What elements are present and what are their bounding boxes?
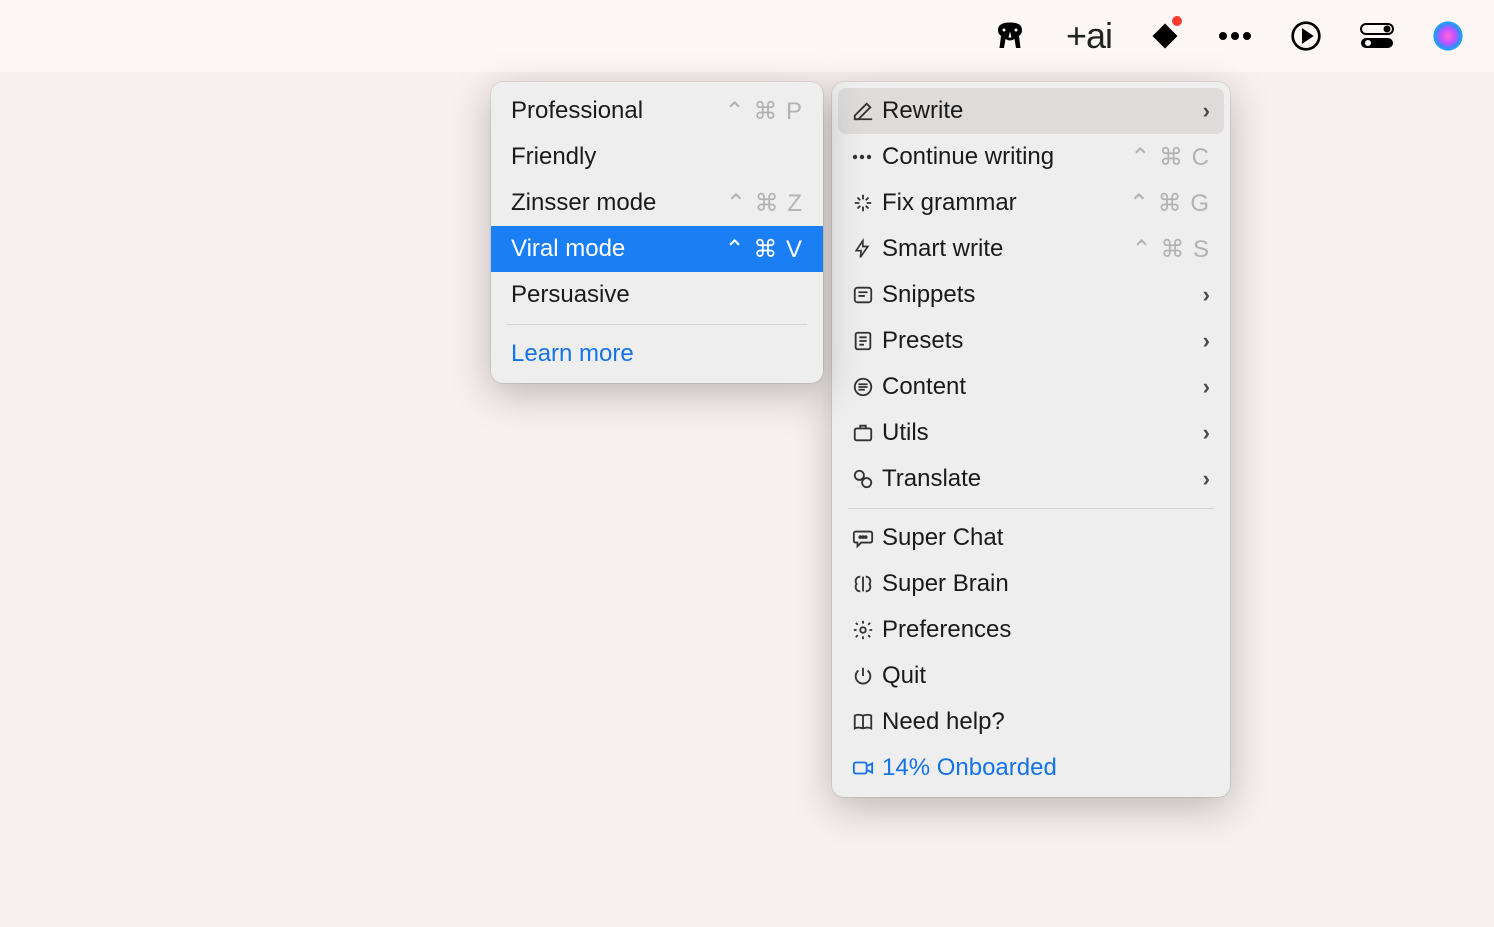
- chevron-right-icon: ›: [1184, 328, 1210, 354]
- submenu-item-viral[interactable]: Viral mode ⌃ ⌘ V: [491, 226, 823, 272]
- menu-item-quit[interactable]: Quit: [838, 653, 1224, 699]
- menu-label: 14% Onboarded: [882, 754, 1210, 782]
- chevron-right-icon: ›: [1184, 420, 1210, 446]
- power-icon: [852, 665, 882, 687]
- menu-item-super-chat[interactable]: Super Chat: [838, 515, 1224, 561]
- control-center-icon[interactable]: [1360, 16, 1394, 56]
- notification-dot-icon: [1172, 16, 1182, 26]
- siri-icon[interactable]: [1432, 16, 1464, 56]
- menu-label: Fix grammar: [882, 189, 1129, 217]
- shortcut: ⌃ ⌘ S: [1132, 235, 1210, 264]
- chevron-right-icon: ›: [1184, 282, 1210, 308]
- ai-menu-icon[interactable]: +ai: [1066, 16, 1112, 56]
- more-icon[interactable]: [1218, 16, 1252, 56]
- menu-label: Need help?: [882, 708, 1210, 736]
- translate-icon: [852, 468, 882, 490]
- submenu-item-persuasive[interactable]: Persuasive: [497, 272, 817, 318]
- menu-item-translate[interactable]: Translate ›: [838, 456, 1224, 502]
- submenu-item-friendly[interactable]: Friendly: [497, 134, 817, 180]
- menu-label: Presets: [882, 327, 1184, 355]
- book-icon: [852, 711, 882, 733]
- play-circle-icon[interactable]: [1290, 16, 1322, 56]
- menu-item-super-brain[interactable]: Super Brain: [838, 561, 1224, 607]
- presets-icon: [852, 330, 882, 352]
- gear-icon: [852, 619, 882, 641]
- elephant-icon[interactable]: [992, 16, 1028, 56]
- menu-label: Translate: [882, 465, 1184, 493]
- menu-separator: [848, 508, 1214, 509]
- menu-label: Super Brain: [882, 570, 1210, 598]
- menu-item-snippets[interactable]: Snippets ›: [838, 272, 1224, 318]
- brain-icon: [852, 573, 882, 595]
- menu-label: Friendly: [511, 143, 803, 171]
- menu-item-need-help[interactable]: Need help?: [838, 699, 1224, 745]
- menu-label: Content: [882, 373, 1184, 401]
- rewrite-submenu: Professional ⌃ ⌘ P Friendly Zinsser mode…: [491, 82, 823, 383]
- sparkle-icon: [852, 192, 882, 214]
- menu-item-continue-writing[interactable]: Continue writing ⌃ ⌘ C: [838, 134, 1224, 180]
- submenu-item-professional[interactable]: Professional ⌃ ⌘ P: [497, 88, 817, 134]
- menu-item-smart-write[interactable]: Smart write ⌃ ⌘ S: [838, 226, 1224, 272]
- menu-label: Zinsser mode: [511, 189, 726, 217]
- menu-separator: [507, 324, 807, 325]
- briefcase-icon: [852, 422, 882, 444]
- menu-bar: +ai: [0, 0, 1494, 72]
- shortcut: ⌃ ⌘ V: [725, 235, 803, 264]
- chat-icon: [852, 527, 882, 549]
- ai-main-menu: Rewrite › Continue writing ⌃ ⌘ C Fix gra…: [832, 82, 1230, 797]
- chevron-right-icon: ›: [1184, 98, 1210, 124]
- video-icon: [852, 757, 882, 779]
- menu-label: Preferences: [882, 616, 1210, 644]
- menu-label: Snippets: [882, 281, 1184, 309]
- menu-label: Learn more: [511, 340, 803, 368]
- menu-item-content[interactable]: Content ›: [838, 364, 1224, 410]
- menu-label: Quit: [882, 662, 1210, 690]
- menu-label: Viral mode: [511, 235, 725, 263]
- submenu-item-zinsser[interactable]: Zinsser mode ⌃ ⌘ Z: [497, 180, 817, 226]
- app-grid-icon[interactable]: [1150, 16, 1180, 56]
- dots-icon: [852, 154, 882, 160]
- shortcut: ⌃ ⌘ Z: [726, 189, 803, 218]
- ai-label: +ai: [1066, 15, 1112, 57]
- menu-item-utils[interactable]: Utils ›: [838, 410, 1224, 456]
- menu-label: Rewrite: [882, 97, 1184, 125]
- shortcut: ⌃ ⌘ C: [1130, 143, 1210, 172]
- menu-item-onboarded[interactable]: 14% Onboarded: [838, 745, 1224, 791]
- pencil-icon: [852, 100, 882, 122]
- chevron-right-icon: ›: [1184, 374, 1210, 400]
- content-icon: [852, 376, 882, 398]
- menu-label: Smart write: [882, 235, 1132, 263]
- menu-label: Utils: [882, 419, 1184, 447]
- shortcut: ⌃ ⌘ P: [725, 97, 803, 126]
- menu-label: Super Chat: [882, 524, 1210, 552]
- menu-item-presets[interactable]: Presets ›: [838, 318, 1224, 364]
- shortcut: ⌃ ⌘ G: [1129, 189, 1210, 218]
- menu-label: Persuasive: [511, 281, 803, 309]
- chevron-right-icon: ›: [1184, 466, 1210, 492]
- menu-item-preferences[interactable]: Preferences: [838, 607, 1224, 653]
- submenu-item-learn-more[interactable]: Learn more: [497, 331, 817, 377]
- snippet-icon: [852, 284, 882, 306]
- menu-label: Professional: [511, 97, 725, 125]
- menu-item-fix-grammar[interactable]: Fix grammar ⌃ ⌘ G: [838, 180, 1224, 226]
- bolt-icon: [852, 238, 882, 260]
- menu-item-rewrite[interactable]: Rewrite ›: [838, 88, 1224, 134]
- menu-label: Continue writing: [882, 143, 1130, 171]
